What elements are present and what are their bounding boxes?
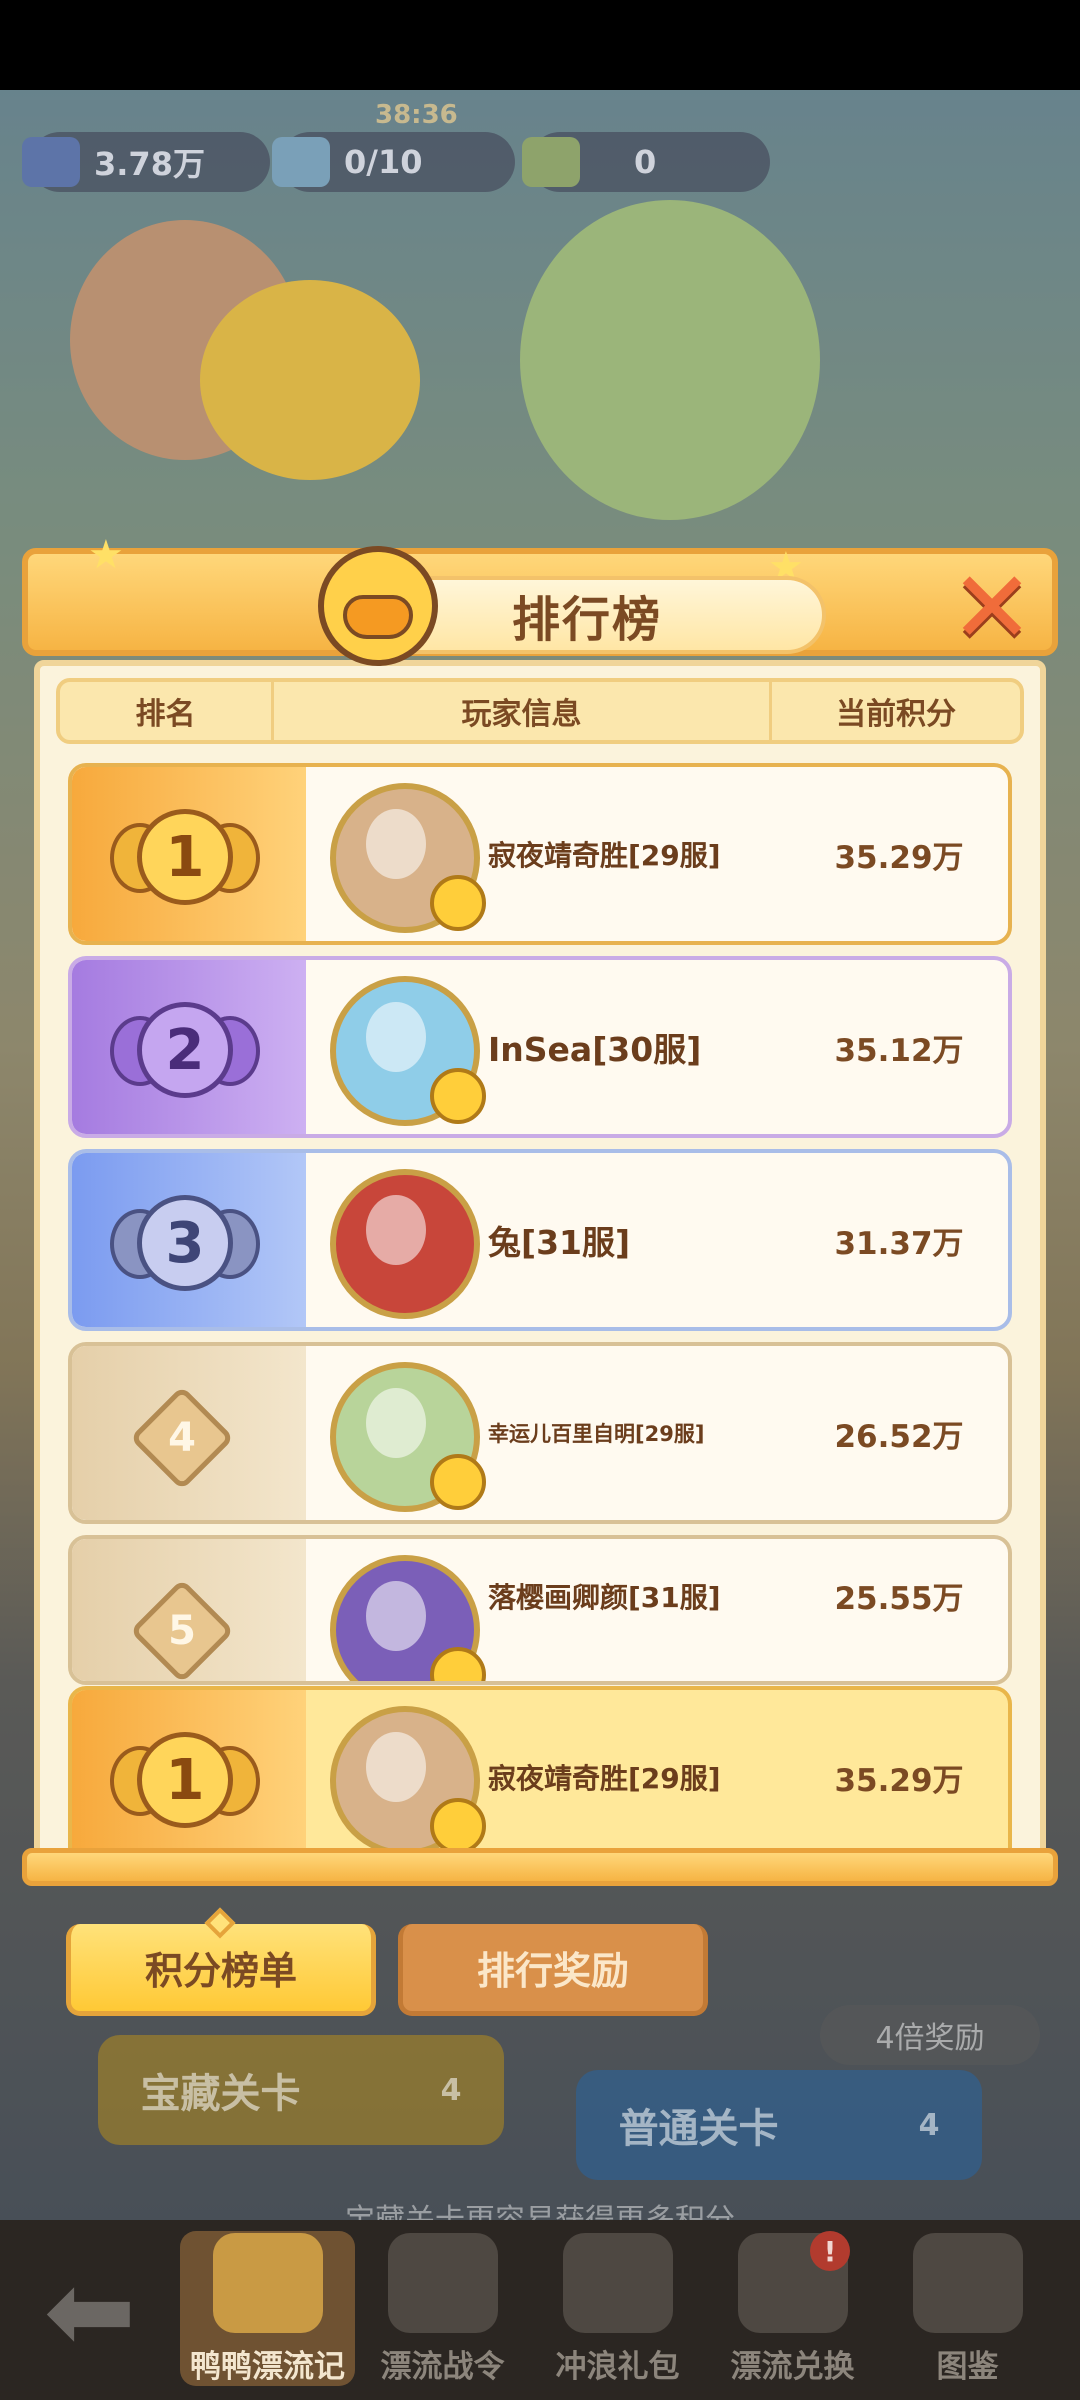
- silver-medal-icon: 3: [110, 1173, 260, 1313]
- gold-medal-icon: 1: [110, 1710, 260, 1850]
- bg-normal-level-label: 普通关卡: [618, 2106, 779, 2152]
- resource-bar-currency: 3.78万: [22, 132, 270, 192]
- rank-number: 1: [137, 1732, 233, 1828]
- screen: 3.78万 38:36 0/10 0 4倍奖励 宝藏关卡 4 普通关卡 4 宝藏…: [0, 0, 1080, 2400]
- rank-diamond-icon: 5: [129, 1578, 235, 1681]
- player-avatar[interactable]: [330, 783, 486, 933]
- rank-number: 2: [137, 1002, 233, 1098]
- bg-reward-multiplier-label: 4倍奖励: [875, 2021, 985, 2056]
- rank-diamond-icon: 4: [129, 1385, 235, 1491]
- back-arrow-icon: ⬅: [43, 2247, 137, 2375]
- player-avatar[interactable]: [330, 1555, 486, 1681]
- column-header: 排名 玩家信息 当前积分: [56, 678, 1024, 744]
- tab-score-ranking-label: 积分榜单: [144, 1949, 297, 1993]
- player-score: 35.29万: [834, 839, 964, 876]
- currency-value: 3.78万: [94, 145, 205, 183]
- close-button[interactable]: ✕: [944, 549, 1040, 666]
- nav-item-collection[interactable]: 图鉴: [880, 2231, 1055, 2386]
- pet-icon: [430, 1647, 486, 1681]
- resource-bar-cards: 0: [522, 132, 770, 192]
- resource-bar-tickets: 0/10: [272, 132, 515, 192]
- player-score: 25.55万: [834, 1581, 964, 1618]
- bg-duck: [200, 280, 420, 480]
- ticket-icon: [272, 137, 330, 187]
- player-name: 兔[31服]: [488, 1223, 631, 1262]
- bg-treasure-level-label: 宝藏关卡: [140, 2071, 301, 2117]
- back-button[interactable]: ⬅: [0, 2236, 180, 2386]
- ticket-value: 0/10: [344, 143, 423, 181]
- nav-label: 图鉴: [936, 2349, 999, 2385]
- player-score: 35.29万: [834, 1762, 964, 1799]
- duck-icon: [318, 546, 438, 666]
- player-score: 31.37万: [834, 1225, 964, 1262]
- leaderboard-row-1[interactable]: 1 寂夜靖奇胜[29服] 35.29万: [68, 763, 1012, 945]
- currency-icon: [22, 137, 80, 187]
- column-rank: 排名: [60, 682, 274, 740]
- pet-icon: [430, 875, 486, 931]
- player-name: 寂夜靖奇胜[29服]: [488, 1762, 721, 1795]
- bg-treasure-level-button: 宝藏关卡 4: [98, 2035, 504, 2145]
- bg-treasure-level-count: 4: [440, 2072, 462, 2108]
- player-name: 寂夜靖奇胜[29服]: [488, 839, 721, 872]
- nav-label: 鸭鸭漂流记: [190, 2349, 345, 2385]
- player-name: InSea[30服]: [488, 1030, 702, 1069]
- nav-item-duck-drift[interactable]: 鸭鸭漂流记: [180, 2231, 355, 2386]
- tab-ranking-rewards-label: 排行奖励: [476, 1949, 629, 1993]
- purple-medal-icon: 2: [110, 980, 260, 1120]
- column-score: 当前积分: [836, 697, 956, 732]
- duck-icon: [212, 2233, 323, 2333]
- leaderboard-row-2[interactable]: 2 InSea[30服] 35.12万: [68, 956, 1012, 1138]
- leaderboard-row-5[interactable]: 5 落樱画卿颜[31服] 25.55万: [68, 1535, 1012, 1685]
- column-player: 玩家信息: [274, 682, 772, 740]
- player-avatar[interactable]: [330, 1362, 486, 1512]
- popup-footer: [22, 1848, 1058, 1886]
- leaderboard-row-3[interactable]: 3 兔[31服] 31.37万: [68, 1149, 1012, 1331]
- rank-number: 3: [137, 1195, 233, 1291]
- player-avatar[interactable]: [330, 1169, 480, 1319]
- rank-number: 4: [168, 1415, 196, 1461]
- bg-normal-level-button: 普通关卡 4: [576, 2070, 982, 2180]
- player-name: 幸运儿百里自明[29服]: [488, 1422, 705, 1446]
- bg-character-right: [520, 200, 820, 520]
- player-avatar[interactable]: [330, 1706, 486, 1856]
- bg-reward-multiplier: 4倍奖励: [820, 2005, 1040, 2065]
- nav-label: 漂流战令: [380, 2349, 505, 2385]
- leaderboard-popup: ★ ★ 排行榜 ✕ 排名 玩家信息 当前积分 1 寂夜靖奇胜[29服] 35.2…: [22, 532, 1058, 1888]
- player-name: 落樱画卿颜[31服]: [488, 1580, 721, 1614]
- player-score: 35.12万: [834, 1032, 964, 1069]
- status-bar: [0, 0, 1080, 90]
- my-rank-row[interactable]: 1 寂夜靖奇胜[29服] 35.29万: [68, 1686, 1012, 1868]
- bottom-nav: ⬅ 鸭鸭漂流记 漂流战令 冲浪礼包 漂流兑换 ! 图鉴: [0, 2220, 1080, 2400]
- popup-title: 排行榜: [511, 592, 662, 648]
- nav-item-surf-pack[interactable]: 冲浪礼包: [530, 2231, 705, 2386]
- bg-normal-level-count: 4: [918, 2107, 940, 2143]
- battle-pass-icon: [387, 2233, 498, 2333]
- leaderboard-tabs: 积分榜单 排行奖励: [66, 1907, 708, 2016]
- tab-score-ranking[interactable]: 积分榜单: [66, 1907, 376, 2016]
- star-icon: ★: [88, 532, 124, 578]
- player-score: 26.52万: [834, 1418, 964, 1455]
- rank-number: 5: [168, 1608, 196, 1654]
- tab-ranking-rewards[interactable]: 排行奖励: [398, 1924, 708, 2016]
- pet-icon: [430, 1068, 486, 1124]
- popup-header: ★ ★ 排行榜 ✕: [22, 532, 1058, 666]
- nav-label: 冲浪礼包: [555, 2349, 680, 2385]
- collection-icon: [912, 2233, 1023, 2333]
- pet-icon: [430, 1454, 486, 1510]
- refresh-timer: 38:36: [375, 100, 458, 130]
- card-value: 0: [634, 143, 657, 181]
- rank-number: 1: [137, 809, 233, 905]
- leaderboard-row-4[interactable]: 4 幸运儿百里自明[29服] 26.52万: [68, 1342, 1012, 1524]
- close-icon: ✕: [950, 549, 1034, 666]
- gift-pack-icon: [562, 2233, 673, 2333]
- nav-item-battle-pass[interactable]: 漂流战令: [355, 2231, 530, 2386]
- nav-label: 漂流兑换: [730, 2349, 855, 2385]
- gold-medal-icon: 1: [110, 787, 260, 927]
- pet-icon: [430, 1798, 486, 1854]
- notification-badge: !: [810, 2231, 850, 2271]
- nav-item-exchange[interactable]: 漂流兑换 !: [705, 2231, 880, 2386]
- card-icon: [522, 137, 580, 187]
- player-avatar[interactable]: [330, 976, 486, 1126]
